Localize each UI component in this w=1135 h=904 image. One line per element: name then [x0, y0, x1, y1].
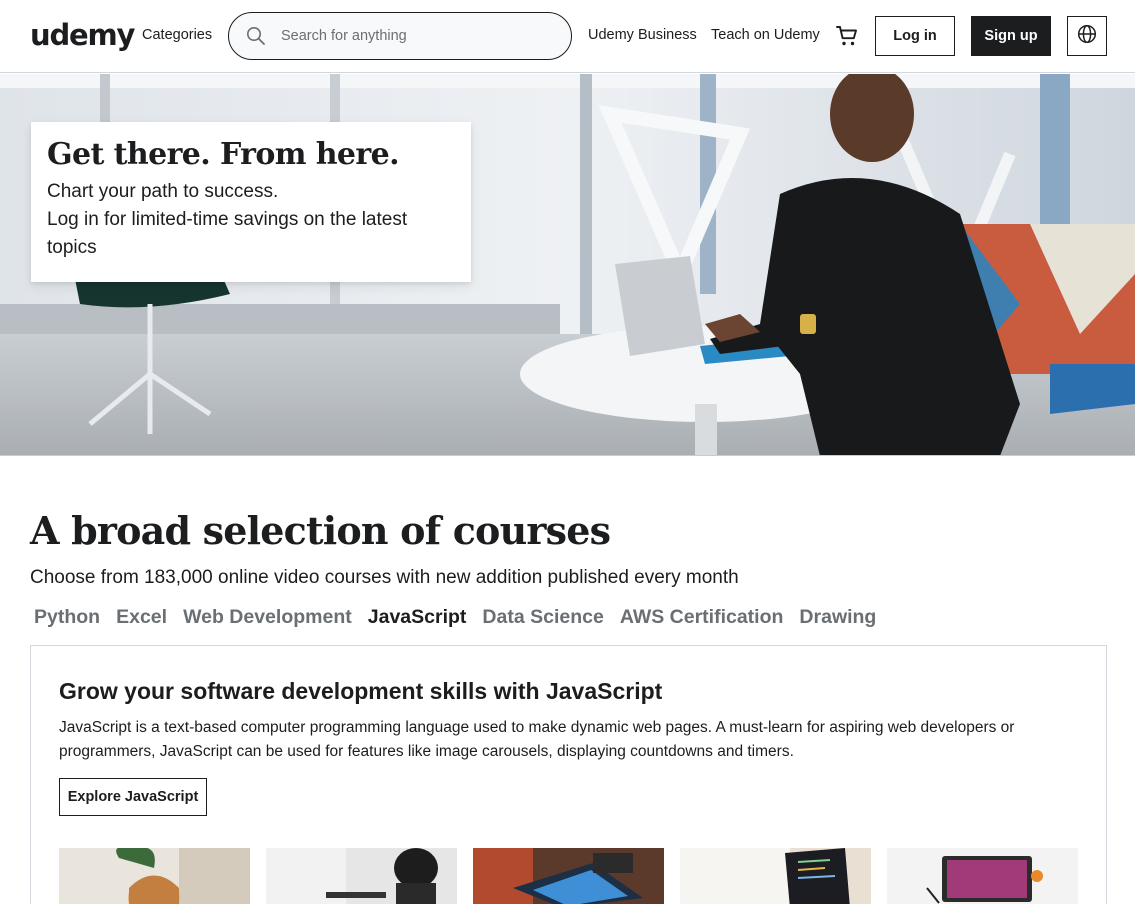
- hero-title: Get there. From here.: [47, 137, 400, 172]
- tab-excel[interactable]: Excel: [116, 606, 167, 629]
- hero-banner: Get there. From here. Chart your path to…: [0, 74, 1135, 456]
- globe-icon: [1077, 24, 1097, 49]
- tab-data-science[interactable]: Data Science: [482, 606, 603, 629]
- tab-drawing[interactable]: Drawing: [799, 606, 876, 629]
- topic-panel: Grow your software development skills wi…: [30, 645, 1107, 904]
- explore-javascript-button[interactable]: Explore JavaScript: [59, 778, 207, 816]
- udemy-business-link[interactable]: Udemy Business: [588, 27, 697, 43]
- tab-aws-certification[interactable]: AWS Certification: [620, 606, 784, 629]
- top-navbar: udemy Categories Udemy Business Teach on…: [0, 0, 1135, 73]
- login-button[interactable]: Log in: [875, 16, 955, 56]
- hero-subtitle-line2: Log in for limited-time savings on the l…: [47, 209, 408, 258]
- search-bar[interactable]: [228, 12, 572, 60]
- language-button[interactable]: [1067, 16, 1107, 56]
- topic-tabs: Python Excel Web Development JavaScript …: [34, 606, 876, 629]
- section-subtitle: Choose from 183,000 online video courses…: [30, 567, 739, 588]
- signup-button[interactable]: Sign up: [971, 16, 1051, 56]
- panel-description: JavaScript is a text-based computer prog…: [59, 719, 1015, 760]
- tab-javascript[interactable]: JavaScript: [368, 606, 467, 629]
- teach-on-udemy-link[interactable]: Teach on Udemy: [711, 27, 820, 43]
- udemy-logo[interactable]: udemy: [30, 18, 135, 52]
- search-input[interactable]: [281, 25, 551, 47]
- section-title: A broad selection of courses: [30, 508, 611, 553]
- course-card-thumbnail[interactable]: [473, 848, 664, 904]
- panel-title: Grow your software development skills wi…: [59, 678, 663, 704]
- hero-subtitle-line1: Chart your path to success.: [47, 181, 279, 202]
- tab-python[interactable]: Python: [34, 606, 100, 629]
- course-card-thumbnail[interactable]: [887, 848, 1078, 904]
- course-card-thumbnail[interactable]: [266, 848, 457, 904]
- course-card-thumbnail[interactable]: [680, 848, 871, 904]
- search-icon[interactable]: [246, 26, 266, 51]
- tab-web-development[interactable]: Web Development: [183, 606, 352, 629]
- shopping-cart-icon[interactable]: [835, 24, 859, 53]
- categories-link[interactable]: Categories: [142, 27, 212, 43]
- course-card-thumbnail[interactable]: [59, 848, 250, 904]
- hero-card: Get there. From here. Chart your path to…: [31, 122, 471, 282]
